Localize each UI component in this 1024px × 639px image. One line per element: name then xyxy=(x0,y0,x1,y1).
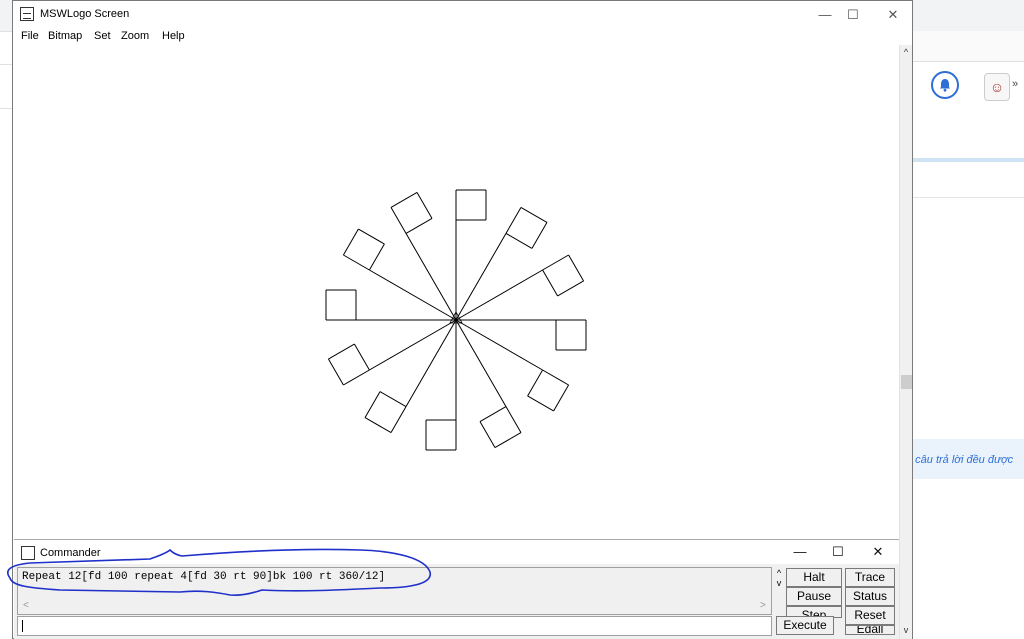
square-edge xyxy=(405,217,433,234)
reset-button[interactable]: Reset xyxy=(845,606,895,625)
spoke-line xyxy=(455,319,543,371)
maximize-button[interactable]: ☐ xyxy=(838,5,868,25)
square-edge xyxy=(505,406,522,433)
square-edge xyxy=(342,228,359,256)
command-input[interactable] xyxy=(17,616,772,636)
square-edge xyxy=(494,432,522,449)
trace-button[interactable]: Trace xyxy=(845,568,895,587)
square-edge xyxy=(520,206,548,223)
status-button[interactable]: Status xyxy=(845,587,895,606)
square-edge xyxy=(553,384,570,412)
commander-maximize-button[interactable]: ☐ xyxy=(826,543,850,561)
banner-text: ả câu trả lời đều được xyxy=(906,454,1014,466)
window-title: MSWLogo Screen xyxy=(40,8,130,20)
menu-bar: File Bitmap Set Zoom Help xyxy=(13,29,912,45)
square-edge xyxy=(479,406,507,423)
square-edge xyxy=(328,343,355,360)
spoke-line xyxy=(369,269,457,321)
square-edge xyxy=(353,343,370,371)
square-edge xyxy=(542,369,569,386)
square-edge xyxy=(343,369,370,386)
square-edge xyxy=(390,207,407,234)
square-edge xyxy=(527,369,544,397)
square-edge xyxy=(505,232,533,249)
turtle-drawing xyxy=(325,189,587,451)
menu-bitmap[interactable]: Bitmap xyxy=(48,30,82,42)
square-edge xyxy=(568,254,585,282)
history-updown-icon[interactable]: ^ v xyxy=(772,568,786,588)
square-edge xyxy=(390,191,418,208)
spoke-line xyxy=(455,319,507,407)
spoke-line xyxy=(405,319,457,407)
square-edge xyxy=(527,395,554,412)
execute-button[interactable]: Execute xyxy=(776,616,834,635)
drawing-canvas[interactable] xyxy=(13,45,899,539)
square-edge xyxy=(390,406,407,433)
spoke-line xyxy=(405,233,457,321)
square-edge xyxy=(479,421,496,448)
title-bar[interactable]: MSWLogo Screen — ☐ ✕ xyxy=(13,1,912,29)
square-edge xyxy=(358,228,385,245)
annotation-scribble xyxy=(6,548,431,597)
square-edge xyxy=(542,254,569,271)
menu-help[interactable]: Help xyxy=(162,30,185,42)
commander-close-button[interactable]: ✕ xyxy=(866,543,890,561)
square-edge xyxy=(368,243,385,271)
browser-toolbar xyxy=(908,31,1024,62)
menu-set[interactable]: Set xyxy=(94,30,111,42)
halt-button[interactable]: Halt xyxy=(786,568,842,587)
spoke-line xyxy=(369,319,457,371)
square-edge xyxy=(364,391,381,418)
scroll-up-icon[interactable]: ^ xyxy=(900,47,912,57)
square-edge xyxy=(343,254,370,271)
square-edge xyxy=(531,222,548,249)
info-banner: ả câu trả lời đều được xyxy=(904,439,1024,479)
avatar[interactable]: ☺ xyxy=(984,73,1010,101)
chevron-down-icon[interactable]: » xyxy=(1012,78,1018,90)
menu-zoom[interactable]: Zoom xyxy=(121,30,149,42)
scroll-down-icon[interactable]: v xyxy=(900,625,912,635)
mswlogo-app-icon xyxy=(20,7,34,21)
spoke-line xyxy=(455,233,507,321)
vertical-scrollbar[interactable]: ^ v xyxy=(899,45,912,639)
scroll-thumb[interactable] xyxy=(901,375,912,389)
square-edge xyxy=(416,192,433,219)
edall-button[interactable]: Edall xyxy=(845,625,895,635)
square-edge xyxy=(542,269,559,297)
scroll-left-icon[interactable]: < xyxy=(23,600,29,611)
square-edge xyxy=(557,280,584,297)
divider xyxy=(912,197,1024,198)
square-edge xyxy=(364,417,392,434)
pause-button[interactable]: Pause xyxy=(786,587,842,606)
close-button[interactable]: ✕ xyxy=(878,5,908,25)
square-edge xyxy=(327,358,344,386)
minimize-button[interactable]: — xyxy=(810,5,840,25)
square-edge xyxy=(379,391,407,408)
notification-bell-icon[interactable] xyxy=(931,71,959,99)
text-caret xyxy=(22,620,23,632)
menu-file[interactable]: File xyxy=(21,30,39,42)
square-edge xyxy=(505,207,522,234)
commander-minimize-button[interactable]: — xyxy=(788,543,812,561)
spoke-line xyxy=(455,269,543,321)
progress-strip xyxy=(912,158,1024,162)
scroll-right-icon[interactable]: > xyxy=(760,600,766,611)
